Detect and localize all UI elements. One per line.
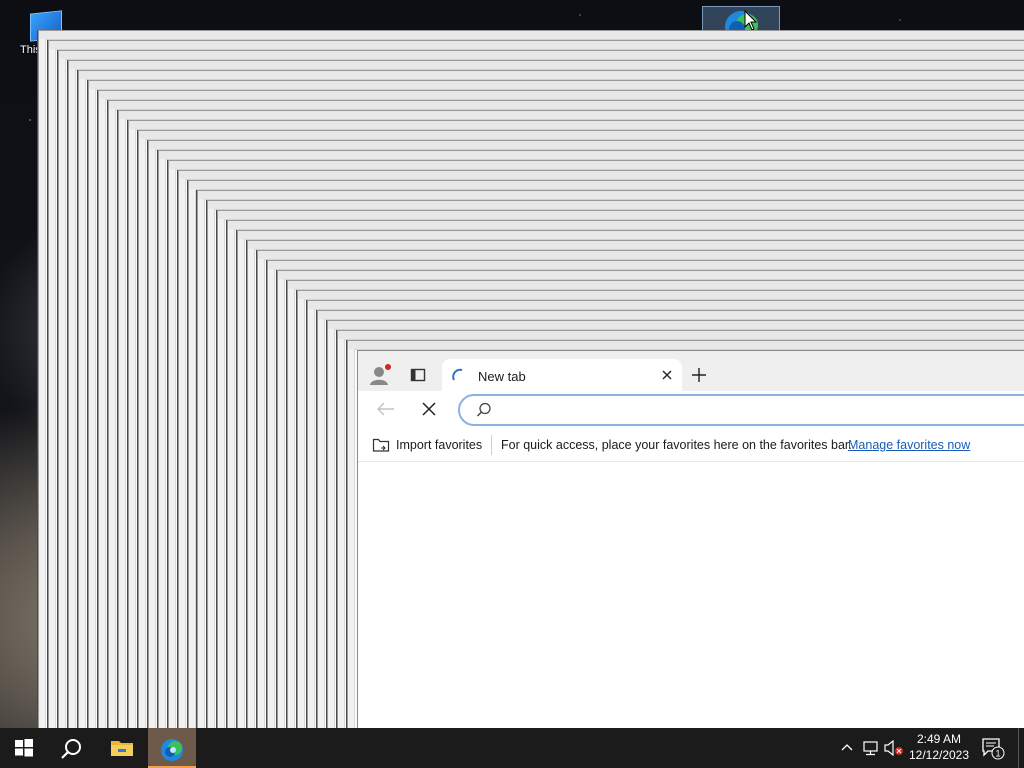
network-icon[interactable]	[862, 740, 880, 756]
search-button[interactable]	[48, 728, 96, 768]
tab-new-tab[interactable]: New tab	[442, 359, 682, 391]
search-icon	[476, 402, 491, 417]
mouse-cursor-icon	[744, 10, 758, 31]
notification-icon[interactable]: 1	[982, 738, 1006, 760]
import-favorites-label: Import favorites	[396, 438, 483, 452]
file-explorer-icon	[111, 741, 133, 756]
start-button[interactable]	[0, 728, 48, 768]
show-desktop-button[interactable]	[1018, 728, 1024, 768]
edge-icon	[161, 739, 183, 761]
profile-icon[interactable]	[368, 363, 392, 387]
stop-icon[interactable]	[422, 402, 436, 416]
tab-title: New tab	[478, 369, 526, 384]
clock[interactable]: 2:49 AM 12/12/2023	[900, 731, 978, 763]
plus-icon[interactable]	[690, 366, 708, 384]
page-content	[358, 462, 1024, 729]
file-explorer-button[interactable]	[98, 728, 146, 768]
manage-favorites-link[interactable]: Manage favorites now	[848, 438, 970, 452]
tab-strip: New tab	[358, 351, 1024, 391]
tab-actions-icon[interactable]	[410, 367, 426, 383]
edge-taskbar-button[interactable]	[148, 728, 196, 768]
clock-time: 2:49 AM	[916, 732, 962, 746]
chevron-up-icon[interactable]	[840, 740, 854, 754]
import-icon	[372, 438, 390, 452]
close-icon[interactable]	[660, 368, 674, 382]
favorites-bar: Import favorites For quick access, place…	[358, 429, 1024, 462]
taskbar: 2:49 AM 12/12/2023 1	[0, 728, 1024, 768]
search-icon	[61, 739, 81, 759]
navigation-toolbar	[358, 391, 1024, 429]
address-bar[interactable]	[458, 394, 1024, 426]
clock-date: 12/12/2023	[908, 748, 970, 762]
divider	[491, 435, 492, 455]
system-tray	[836, 728, 903, 768]
address-input[interactable]	[500, 400, 1024, 422]
back-arrow-icon[interactable]	[376, 401, 396, 417]
edge-browser-window: New tab Import favorites For quick acces…	[357, 350, 1024, 729]
windows-start-icon	[15, 739, 33, 757]
favorites-bar-message: For quick access, place your favorites h…	[501, 438, 852, 452]
loading-icon	[452, 368, 463, 381]
notification-count: 1	[995, 749, 1000, 759]
